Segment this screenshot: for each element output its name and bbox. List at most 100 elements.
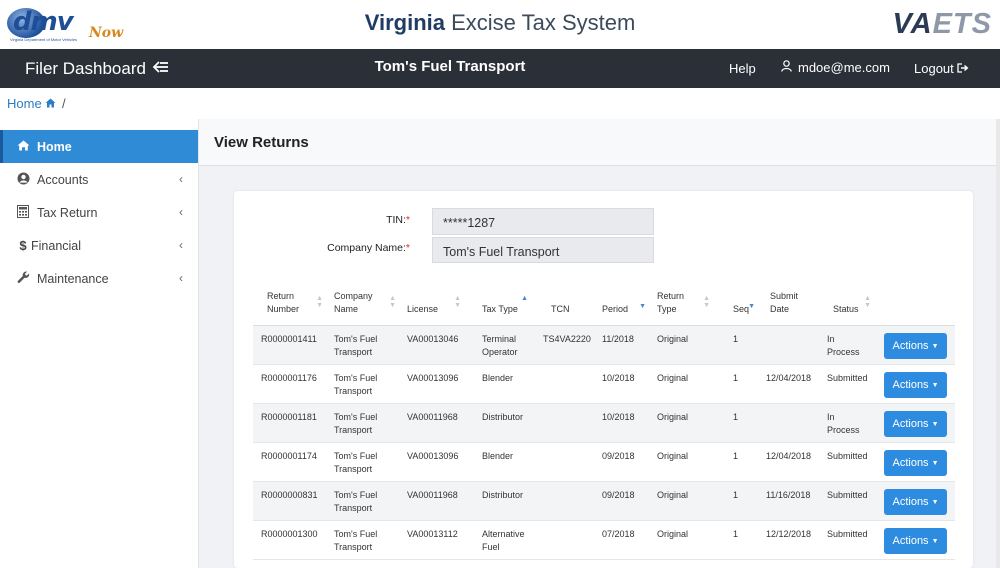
sidebar: Home Accounts ‹ Tax Return ‹ $ Financial… bbox=[0, 119, 199, 568]
cell-company: Tom's Fuel Transport bbox=[326, 403, 399, 443]
cell-company: Tom's Fuel Transport bbox=[326, 325, 399, 365]
cell-text: Original bbox=[657, 450, 689, 461]
col-header-tax-type[interactable]: Tax Type ▲ bbox=[464, 281, 531, 326]
sidebar-item-maintenance[interactable]: Maintenance ‹ bbox=[0, 262, 198, 295]
caret-down-icon: ▼ bbox=[931, 342, 939, 350]
sidebar-item-label: Maintenance bbox=[37, 272, 109, 286]
company-name-label-text: Company Name: bbox=[327, 242, 406, 254]
cell-company: Tom's Fuel Transport bbox=[326, 364, 399, 404]
actions-button-label: Actions bbox=[892, 456, 929, 469]
actions-button[interactable]: Actions ▼ bbox=[884, 449, 947, 476]
logout-link[interactable]: Logout bbox=[914, 61, 969, 76]
cell-tcn bbox=[531, 403, 594, 443]
user-menu[interactable]: mdoe@me.com bbox=[781, 60, 890, 75]
required-marker: * bbox=[405, 214, 410, 226]
sidebar-item-financial[interactable]: $ Financial ‹ bbox=[0, 229, 198, 262]
actions-button[interactable]: Actions ▼ bbox=[884, 527, 947, 554]
cell-tcn bbox=[531, 481, 594, 521]
cell-text: 1 bbox=[733, 489, 739, 500]
sidebar-item-home[interactable]: Home bbox=[0, 130, 198, 163]
cell-text: VA00013046 bbox=[407, 333, 459, 344]
help-link[interactable]: Help bbox=[729, 61, 756, 76]
cell-text: Submitted bbox=[827, 489, 868, 500]
col-header-license[interactable]: License ▲ ▼ bbox=[399, 281, 464, 326]
col-header-return-type[interactable]: Return Type ▲ ▼ bbox=[649, 281, 713, 326]
cell-return-type: Original bbox=[649, 403, 713, 443]
cell-return-number: R0000001300 bbox=[253, 520, 326, 560]
cell-text: R0000000831 bbox=[261, 489, 318, 500]
actions-button-label: Actions bbox=[892, 339, 929, 352]
cell-tcn bbox=[531, 364, 594, 404]
cell-return-number: R0000001411 bbox=[253, 325, 326, 365]
cell-text: VA00011968 bbox=[407, 489, 458, 500]
cell-text: VA00013112 bbox=[407, 528, 458, 539]
cell-text: 1 bbox=[733, 450, 739, 461]
cell-seq: 1 bbox=[713, 442, 758, 482]
cell-text: Terminal Operator bbox=[482, 333, 518, 357]
logout-label: Logout bbox=[914, 61, 954, 76]
breadcrumb-separator: / bbox=[62, 96, 66, 111]
col-header-tcn[interactable]: TCN bbox=[531, 281, 594, 326]
cell-license: VA00013112 bbox=[399, 520, 464, 560]
breadcrumb-home-label: Home bbox=[7, 96, 42, 111]
col-header-period[interactable]: Period ▼ bbox=[594, 281, 649, 326]
sort-icon: ▲ ▼ bbox=[703, 295, 710, 309]
sort-asc-icon: ▲ bbox=[521, 295, 528, 302]
vaets-logo-accent: ETS bbox=[932, 8, 992, 40]
cell-actions: Actions ▼ bbox=[874, 364, 955, 404]
cell-submit-date: 12/04/2018 bbox=[758, 364, 819, 404]
cell-tax-type: Distributor bbox=[464, 481, 531, 521]
top-navbar: Filer Dashboard Tom's Fuel Transport Hel… bbox=[0, 49, 1000, 88]
cell-company: Tom's Fuel Transport bbox=[326, 481, 399, 521]
cell-status: Submitted bbox=[819, 442, 874, 482]
tin-label: TIN:* bbox=[360, 214, 410, 226]
brand-bar: dmv Now Virginia Department of Motor Veh… bbox=[0, 0, 1000, 49]
cell-status: Submitted bbox=[819, 520, 874, 560]
actions-button[interactable]: Actions ▼ bbox=[884, 410, 947, 437]
cell-period: 09/2018 bbox=[594, 442, 649, 482]
wrench-icon bbox=[15, 271, 31, 287]
cell-text: 11/16/2018 bbox=[766, 489, 811, 500]
table-row: R0000001411 Tom's Fuel Transport VA0001304… bbox=[253, 325, 955, 365]
page-title: View Returns bbox=[214, 134, 309, 151]
user-icon bbox=[781, 60, 792, 75]
sidebar-item-tax-return[interactable]: Tax Return ‹ bbox=[0, 196, 198, 229]
cell-period: 11/2018 bbox=[594, 325, 649, 365]
cell-text: 10/2018 bbox=[602, 372, 635, 383]
col-header-company-name[interactable]: Company Name ▲ ▼ bbox=[326, 281, 399, 326]
cell-text: 11/2018 bbox=[602, 333, 634, 344]
cell-status: Submitted bbox=[819, 481, 874, 521]
table-row: R0000001176 Tom's Fuel Transport VA0001309… bbox=[253, 364, 955, 404]
cell-text: R0000001411 bbox=[261, 333, 317, 344]
actions-button-label: Actions bbox=[892, 495, 929, 508]
cell-actions: Actions ▼ bbox=[874, 403, 955, 443]
col-header-submit-date[interactable]: Submit Date bbox=[758, 281, 819, 326]
vaets-logo-main: VA bbox=[892, 8, 933, 40]
cell-submit-date: 11/16/2018 bbox=[758, 481, 819, 521]
col-header-seq[interactable]: Seq ▼ bbox=[713, 281, 758, 326]
app-title-rest: Excise Tax System bbox=[444, 10, 636, 35]
actions-button[interactable]: Actions ▼ bbox=[884, 371, 947, 398]
cell-text: Submitted bbox=[827, 528, 868, 539]
cell-submit-date bbox=[758, 325, 819, 365]
actions-button-label: Actions bbox=[892, 417, 929, 430]
cell-submit-date: 12/04/2018 bbox=[758, 442, 819, 482]
cell-text: 1 bbox=[733, 333, 739, 344]
company-name-label: Company Name:* bbox=[300, 242, 410, 254]
sidebar-toggle-icon[interactable] bbox=[152, 58, 170, 81]
actions-button[interactable]: Actions ▼ bbox=[884, 488, 947, 515]
breadcrumb-home[interactable]: Home bbox=[7, 96, 56, 111]
col-header-return-number[interactable]: Return Number ▲ ▼ bbox=[253, 281, 326, 326]
page-scrollbar[interactable] bbox=[996, 119, 1000, 568]
sidebar-item-accounts[interactable]: Accounts ‹ bbox=[0, 163, 198, 196]
calculator-icon bbox=[15, 205, 31, 221]
cell-text: Original bbox=[657, 411, 689, 422]
cell-text: VA00013096 bbox=[407, 372, 459, 383]
app-title: Virginia Excise Tax System bbox=[0, 10, 1000, 36]
cell-text: R0000001174 bbox=[261, 450, 317, 461]
actions-button[interactable]: Actions ▼ bbox=[884, 332, 947, 359]
actions-button-label: Actions bbox=[892, 378, 929, 391]
cell-text: 1 bbox=[733, 411, 739, 422]
col-header-status[interactable]: Status ▲ ▼ bbox=[819, 281, 874, 326]
company-name-field: Tom's Fuel Transport bbox=[432, 237, 654, 263]
